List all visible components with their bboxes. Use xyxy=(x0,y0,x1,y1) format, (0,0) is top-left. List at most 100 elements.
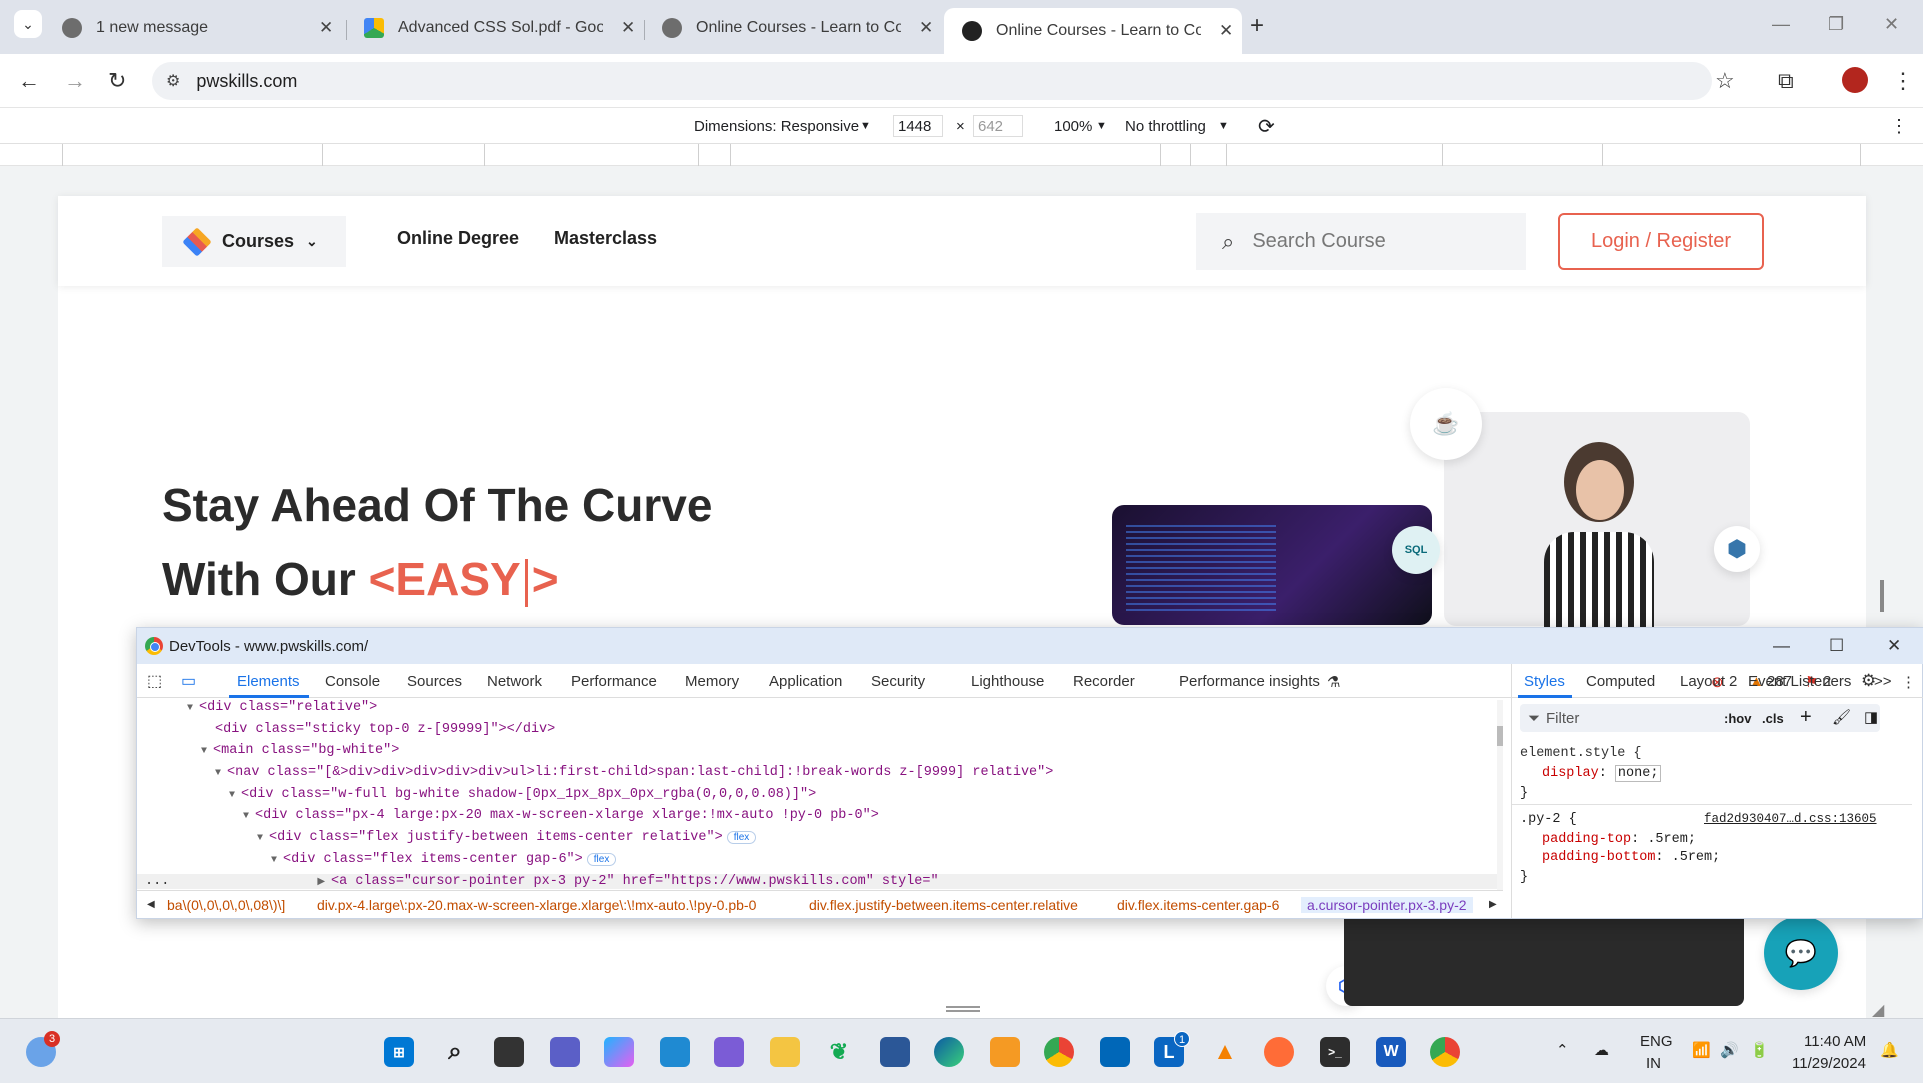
css-property[interactable]: padding-top xyxy=(1542,832,1631,847)
dom-node[interactable]: <div class="sticky top-0 z-[99999]"></di… xyxy=(215,722,555,737)
scrollbar-thumb[interactable] xyxy=(1497,726,1503,746)
dom-node[interactable]: ▼ <nav class="[&>div>div>div>div>div>ul>… xyxy=(215,765,1053,780)
dom-node[interactable]: ▼ <div class="px-4 large:px-20 max-w-scr… xyxy=(243,808,879,823)
resize-handle-corner[interactable]: ◢ xyxy=(1872,1000,1884,1020)
minimize-icon[interactable]: — xyxy=(1773,636,1790,656)
flex-badge[interactable]: flex xyxy=(586,853,617,866)
profile-avatar[interactable] xyxy=(1842,67,1868,93)
css-value[interactable]: .5rem; xyxy=(1647,832,1696,847)
chrome-profile-icon[interactable] xyxy=(1044,1037,1074,1067)
close-icon[interactable]: ✕ xyxy=(1219,21,1233,41)
minimize-icon[interactable]: — xyxy=(1772,14,1790,35)
tab-sources[interactable]: Sources xyxy=(407,673,462,690)
tray-overflow-icon[interactable]: ⌃ xyxy=(1556,1041,1569,1059)
vlc-icon[interactable]: ▲ xyxy=(1210,1037,1240,1067)
scroll-handle[interactable] xyxy=(1880,580,1884,612)
breadcrumb-item[interactable]: div.px-4.large\:px-20.max-w-screen-xlarg… xyxy=(317,897,756,913)
cls-toggle[interactable]: .cls xyxy=(1762,711,1784,726)
node-ellipsis[interactable]: ... xyxy=(145,874,169,889)
tab-memory[interactable]: Memory xyxy=(685,673,739,690)
app-icon[interactable] xyxy=(714,1037,744,1067)
rule-source-link[interactable]: fad2d930407…d.css:13605 xyxy=(1704,812,1877,826)
zoom-dropdown[interactable]: 100% xyxy=(1054,118,1092,135)
copilot-icon[interactable] xyxy=(604,1037,634,1067)
css-property[interactable]: padding-bottom xyxy=(1542,850,1655,865)
bookmark-star-icon[interactable]: ☆ xyxy=(1715,68,1735,94)
close-window-icon[interactable]: ✕ xyxy=(1884,14,1899,35)
styles-filter-input[interactable]: ⏷ Filter xyxy=(1520,704,1880,732)
dom-node[interactable]: ▼ <main class="bg-white"> xyxy=(201,743,399,758)
height-input[interactable]: 642 xyxy=(973,115,1023,137)
collapse-triangle-icon[interactable]: ▼ xyxy=(257,833,269,844)
address-bar[interactable]: ⚙ pwskills.com xyxy=(152,62,1712,100)
css-property[interactable]: display xyxy=(1542,766,1599,781)
clock-time[interactable]: 11:40 AM xyxy=(1804,1033,1866,1050)
device-toolbar-menu-icon[interactable]: ⋮ xyxy=(1890,116,1908,137)
battery-icon[interactable]: 🔋 xyxy=(1750,1041,1769,1059)
app-square-icon[interactable] xyxy=(1100,1037,1130,1067)
throttling-dropdown[interactable]: No throttling xyxy=(1125,118,1206,135)
dom-node-selected[interactable]: ... ▶ <a class="cursor-pointer px-3 py-2"… xyxy=(137,874,1503,889)
paint-brush-icon[interactable]: 🖌 xyxy=(1832,708,1851,726)
chat-widget-button[interactable]: 💬 xyxy=(1764,916,1838,990)
rotate-icon[interactable]: ⟳ xyxy=(1258,114,1275,139)
edge-icon[interactable] xyxy=(934,1037,964,1067)
collapse-triangle-icon[interactable]: ▼ xyxy=(243,811,255,822)
css-declaration[interactable]: display: none; xyxy=(1542,765,1662,782)
breadcrumb-right-arrow[interactable]: ▶ xyxy=(1489,899,1497,910)
tab-elements[interactable]: Elements xyxy=(237,673,300,690)
element-picker-icon[interactable]: ⬚ xyxy=(147,671,162,691)
close-icon[interactable]: ✕ xyxy=(621,18,635,38)
postman-icon[interactable] xyxy=(1264,1037,1294,1067)
volume-icon[interactable]: 🔊 xyxy=(1720,1041,1739,1059)
restore-icon[interactable]: ❐ xyxy=(1828,14,1844,35)
hov-toggle[interactable]: :hov xyxy=(1724,711,1751,726)
media-player-icon[interactable] xyxy=(990,1037,1020,1067)
terminal-icon[interactable]: >_ xyxy=(1320,1037,1350,1067)
url-text[interactable]: pwskills.com xyxy=(196,71,297,92)
task-view-icon[interactable] xyxy=(494,1037,524,1067)
tab-performance-insights[interactable]: Performance insights xyxy=(1179,673,1320,690)
region-label[interactable]: IN xyxy=(1646,1055,1661,1072)
word-icon[interactable]: W xyxy=(1376,1037,1406,1067)
search-course-input[interactable]: ⌕ Search Course xyxy=(1196,213,1526,270)
flex-badge[interactable]: flex xyxy=(726,831,757,844)
device-toggle-icon[interactable]: ▭ xyxy=(181,671,196,691)
breadcrumb-item[interactable]: div.flex.justify-between.items-center.re… xyxy=(809,897,1078,913)
online-degree-link[interactable]: Online Degree xyxy=(397,228,519,249)
browser-menu-icon[interactable]: ⋮ xyxy=(1892,68,1914,94)
dimensions-dropdown[interactable]: Dimensions: Responsive xyxy=(694,118,859,135)
tab-application[interactable]: Application xyxy=(769,673,842,690)
collapse-triangle-icon[interactable]: ▼ xyxy=(201,746,213,757)
onedrive-icon[interactable]: ☁ xyxy=(1594,1041,1609,1059)
css-value[interactable]: none; xyxy=(1614,765,1662,782)
store-icon[interactable] xyxy=(880,1037,910,1067)
dom-node[interactable]: ▼ <div class="w-full bg-white shadow-[0p… xyxy=(229,787,816,802)
dom-node[interactable]: ▼ <div class="relative"> xyxy=(187,700,377,715)
tab-1[interactable]: 1 new message ✕ xyxy=(44,8,342,48)
more-tabs-icon[interactable]: >> xyxy=(1874,673,1892,690)
courses-dropdown[interactable]: Courses ⌄ xyxy=(162,216,346,267)
breadcrumb-item[interactable]: ba\(0\,0\,0\,0\,08\)\] xyxy=(167,897,285,913)
forward-icon[interactable]: → xyxy=(64,68,86,94)
add-rule-icon[interactable]: + xyxy=(1800,706,1812,729)
collapse-triangle-icon[interactable]: ▼ xyxy=(229,790,241,801)
reload-icon[interactable]: ↻ xyxy=(108,68,126,94)
notifications-icon[interactable]: 🔔 xyxy=(1880,1041,1899,1059)
sidebar-toggle-icon[interactable]: ◨ xyxy=(1864,708,1878,726)
collapse-triangle-icon[interactable]: ▼ xyxy=(215,768,227,779)
css-declaration[interactable]: padding-top: .5rem; xyxy=(1542,832,1696,847)
windows-start-icon[interactable]: ⊞ xyxy=(384,1037,414,1067)
collapse-triangle-icon[interactable]: ▼ xyxy=(187,703,199,714)
language-label[interactable]: ENG xyxy=(1640,1033,1673,1050)
file-explorer-icon[interactable] xyxy=(770,1037,800,1067)
back-icon[interactable]: ← xyxy=(18,68,40,94)
wifi-icon[interactable]: 📶 xyxy=(1692,1041,1711,1059)
collapse-triangle-icon[interactable]: ▼ xyxy=(271,855,283,866)
tab-2[interactable]: Advanced CSS Sol.pdf - Google ✕ xyxy=(346,8,644,48)
tab-styles[interactable]: Styles xyxy=(1524,673,1565,690)
breadcrumb-left-arrow[interactable]: ◀ xyxy=(147,899,155,910)
tab-search-icon[interactable]: ⌄ xyxy=(14,10,42,38)
close-icon[interactable]: ✕ xyxy=(919,18,933,38)
login-register-button[interactable]: Login / Register xyxy=(1558,213,1764,270)
